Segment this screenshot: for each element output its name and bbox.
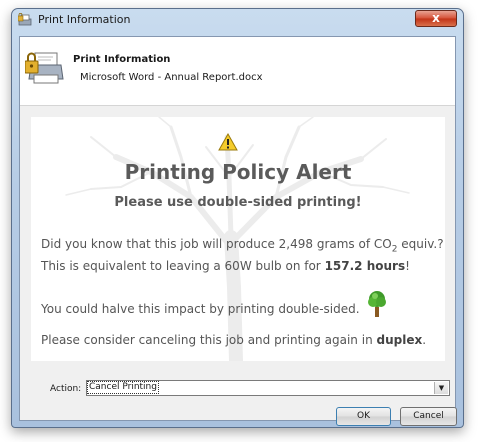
ok-button[interactable]: OK: [336, 407, 391, 426]
close-button[interactable]: x: [415, 10, 457, 27]
bulb-suffix: !: [405, 259, 410, 273]
duplex-text: Please consider canceling this job and p…: [41, 333, 377, 347]
co2-message: Did you know that this job will produce …: [41, 237, 444, 254]
alert-title: Printing Policy Alert: [124, 160, 352, 184]
co2-suffix: equiv.?: [397, 237, 444, 251]
dialog-window: Print Information x Print Information Mi…: [11, 8, 464, 428]
bulb-message: This is equivalent to leaving a 60W bulb…: [41, 259, 410, 273]
action-label: Action:: [50, 384, 82, 394]
window-title: Print Information: [38, 13, 131, 26]
duplex-message: Please consider canceling this job and p…: [41, 333, 426, 347]
document-name: Microsoft Word - Annual Report.docx: [80, 72, 263, 83]
alert-panel: Printing Policy Alert Please use double-…: [31, 117, 445, 361]
bulb-text: This is equivalent to leaving a 60W bulb…: [41, 259, 325, 273]
alert-subtitle: Please use double-sided printing!: [114, 195, 362, 210]
printer-lock-icon: [25, 52, 64, 84]
header-panel: Print Information Microsoft Word - Annua…: [20, 37, 455, 106]
chevron-down-icon[interactable]: ▼: [434, 382, 448, 394]
co2-text: Did you know that this job will produce …: [41, 237, 392, 251]
dialog-client-area: Print Information Microsoft Word - Annua…: [19, 36, 457, 426]
halve-message: You could halve this impact by printing …: [41, 302, 360, 316]
action-selected-value: Cancel Printing: [87, 381, 159, 394]
tree-icon: [368, 291, 386, 317]
bulb-hours: 157.2 hours: [324, 259, 406, 273]
duplex-word: duplex: [376, 333, 423, 347]
cancel-button[interactable]: Cancel: [400, 407, 457, 426]
action-dropdown[interactable]: Cancel Printing ▼: [86, 380, 450, 396]
header-title: Print Information: [73, 54, 171, 65]
duplex-suffix: .: [422, 333, 427, 347]
printer-lock-icon: [18, 13, 32, 26]
title-bar[interactable]: Print Information x: [12, 9, 463, 31]
warning-triangle-icon: [218, 133, 238, 151]
